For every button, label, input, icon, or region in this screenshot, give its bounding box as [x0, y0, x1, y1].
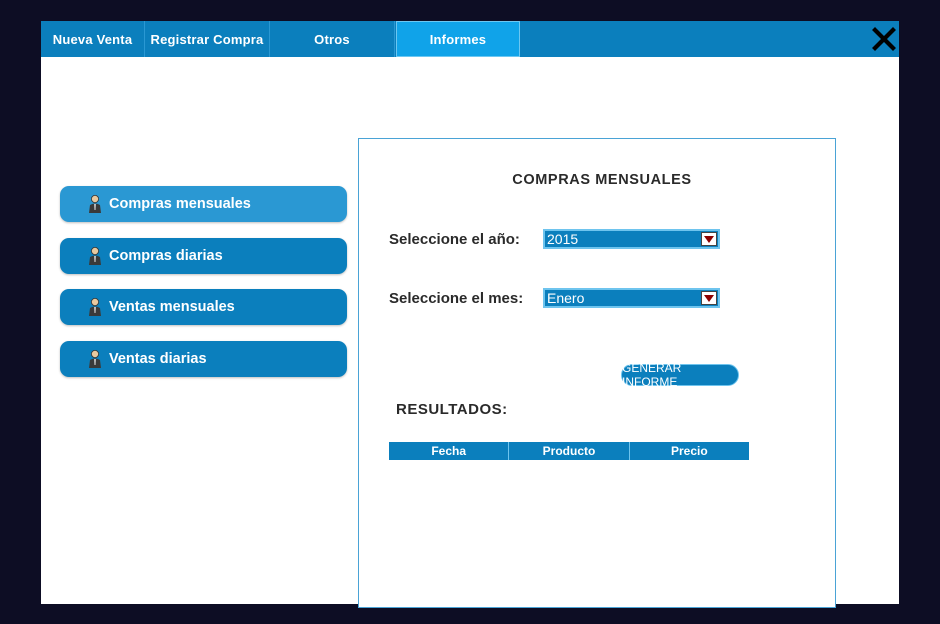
sidebar-item-label: Compras diarias — [109, 248, 223, 264]
person-icon — [89, 350, 101, 368]
panel-title: COMPRAS MENSUALES — [512, 172, 692, 188]
tab-registrar-compra[interactable]: Registrar Compra — [145, 21, 270, 57]
generate-report-button[interactable]: GENERAR INFORME — [621, 361, 739, 389]
person-icon — [89, 195, 101, 213]
person-icon — [89, 247, 101, 265]
close-icon — [872, 27, 896, 51]
month-select-value: Enero — [547, 290, 585, 306]
sidebar-item-ventas-diarias[interactable]: Ventas diarias — [60, 341, 347, 377]
tab-nueva-venta[interactable]: Nueva Venta — [41, 21, 145, 57]
tab-informes[interactable]: Informes — [396, 21, 520, 57]
app-window: Nueva Venta Registrar Compra Otros Infor… — [41, 21, 899, 608]
menu-bar: Nueva Venta Registrar Compra Otros Infor… — [41, 21, 899, 57]
dropdown-arrow-icon — [701, 232, 717, 246]
sidebar-item-ventas-mensuales[interactable]: Ventas mensuales — [60, 289, 347, 325]
report-panel: COMPRAS MENSUALES Seleccione el año: 201… — [358, 138, 836, 608]
results-label: RESULTADOS: — [396, 401, 508, 418]
year-label: Seleccione el año: — [389, 231, 520, 248]
sidebar-item-compras-diarias[interactable]: Compras diarias — [60, 238, 347, 274]
person-icon — [89, 298, 101, 316]
month-select[interactable]: Enero — [543, 288, 720, 308]
column-header-producto[interactable]: Producto — [509, 442, 630, 460]
column-header-fecha[interactable]: Fecha — [389, 442, 510, 460]
column-header-precio[interactable]: Precio — [630, 442, 749, 460]
sidebar-item-label: Compras mensuales — [109, 196, 251, 212]
year-select-value: 2015 — [547, 231, 579, 247]
close-button[interactable] — [869, 23, 899, 55]
month-label: Seleccione el mes: — [389, 290, 524, 307]
results-table-header: Fecha Producto Precio — [389, 442, 749, 460]
year-select[interactable]: 2015 — [543, 229, 720, 249]
dropdown-arrow-icon — [701, 291, 717, 305]
tab-otros[interactable]: Otros — [270, 21, 395, 57]
sidebar-item-label: Ventas mensuales — [109, 299, 235, 315]
sidebar-item-label: Ventas diarias — [109, 351, 207, 367]
sidebar-item-compras-mensuales[interactable]: Compras mensuales — [60, 186, 347, 222]
